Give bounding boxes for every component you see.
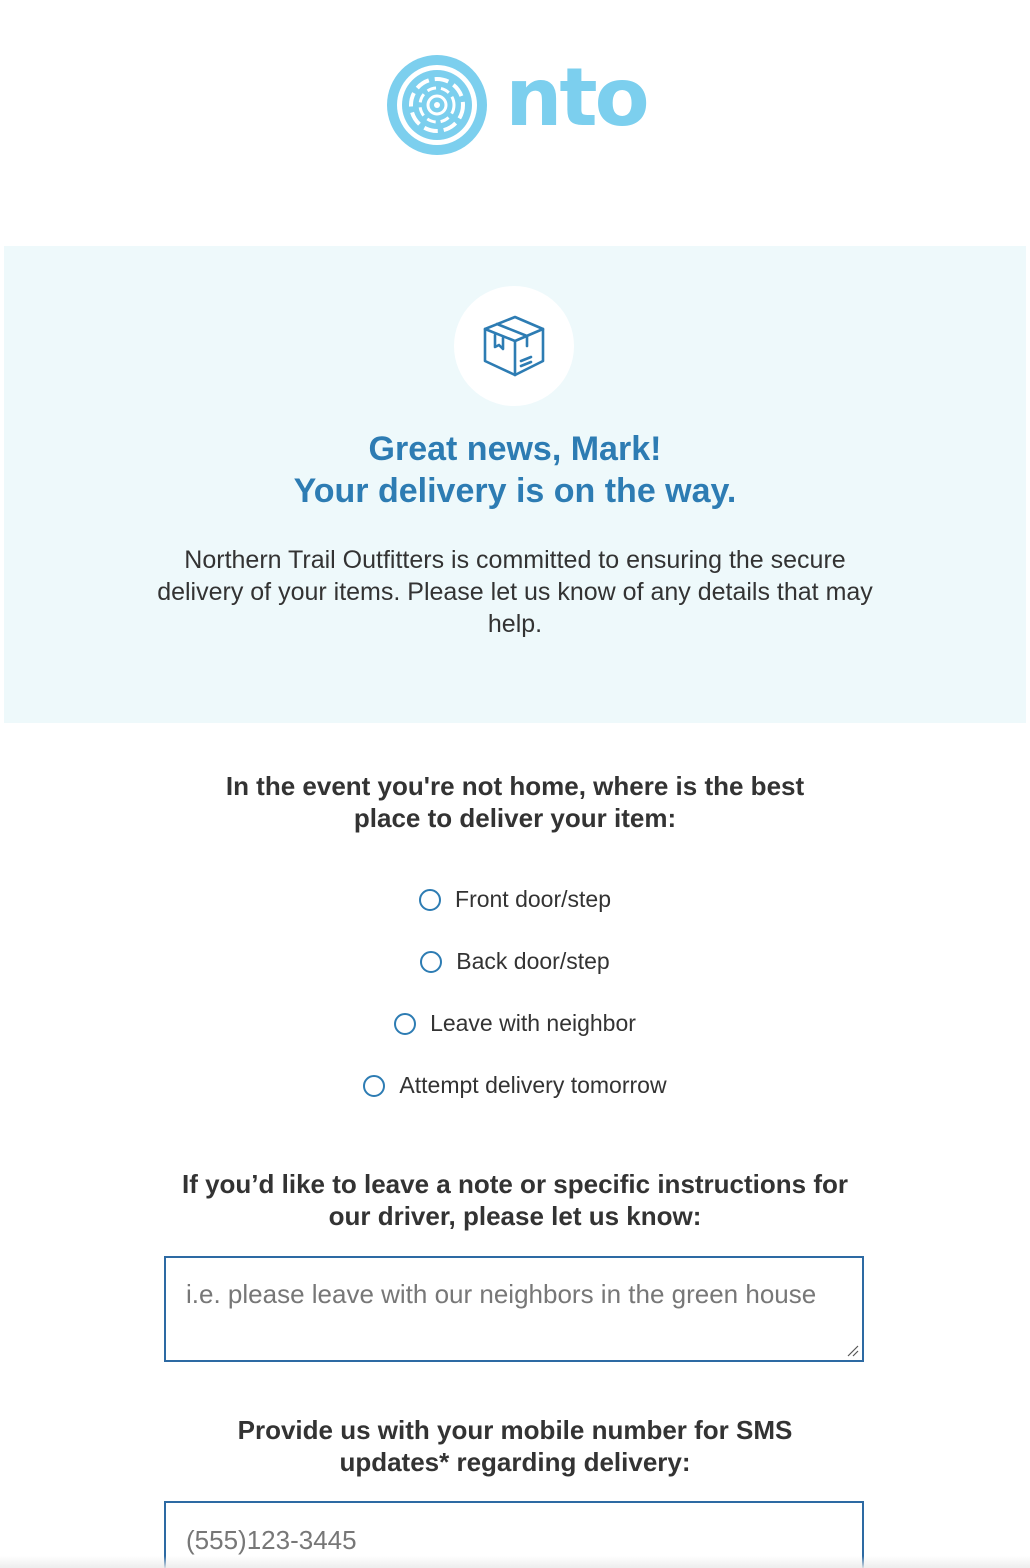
radio-row: Attempt delivery tomorrow [0,1072,1030,1134]
radio-label: Back door/step [456,948,610,974]
radio-circle[interactable] [420,950,443,973]
package-box-icon [483,315,545,377]
radio-label: Attempt delivery tomorrow [399,1072,667,1098]
hero-banner: Great news, Mark! Your delivery is on th… [4,246,1026,723]
brand-logo: nto [383,51,650,159]
radio-row: Leave with neighbor [0,1010,1030,1072]
radio-row: Back door/step [0,948,1030,1010]
driver-note-field-wrapper [164,1256,864,1362]
bottom-edge [0,1556,1030,1568]
radio-label: Front door/step [455,886,611,912]
driver-note-question-text: If you’d like to leave a note or specifi… [181,1169,849,1231]
delivery-location-options: Front door/step Back door/step Leave wit… [0,886,1030,1134]
radio-leave-with-neighbor[interactable]: Leave with neighbor [394,1010,636,1037]
radio-label: Leave with neighbor [430,1010,636,1036]
radio-front-door[interactable]: Front door/step [419,886,611,913]
resize-handle-icon[interactable] [845,1343,859,1357]
hero-title: Great news, Mark! Your delivery is on th… [4,428,1026,512]
radio-circle[interactable] [363,1074,386,1097]
sms-question-text: Provide us with your mobile number for S… [237,1415,793,1477]
radio-circle[interactable] [394,1012,417,1035]
package-icon-badge [454,286,574,406]
mobile-number-input[interactable] [166,1503,862,1563]
hero-title-line2: Your delivery is on the way. [293,472,737,510]
hero-title-line1: Great news, Mark! [368,430,662,468]
brand-name: nto [505,51,649,144]
radio-circle[interactable] [419,888,442,911]
hero-description: Northern Trail Outfitters is committed t… [157,546,873,638]
nto-swirl-logo-icon [387,55,488,155]
delivery-location-question-text: In the event you're not home, where is t… [225,771,805,833]
radio-row: Front door/step [0,886,1030,948]
radio-attempt-tomorrow[interactable]: Attempt delivery tomorrow [363,1072,667,1099]
radio-back-door[interactable]: Back door/step [420,948,610,975]
driver-note-question: If you’d like to leave a note or specifi… [0,1168,1030,1232]
driver-note-textarea[interactable] [166,1258,862,1360]
delivery-preferences-page: nto Great news, Mark! Your delivery is o… [0,0,1030,1568]
header: nto [0,50,1030,160]
delivery-location-question: In the event you're not home, where is t… [0,770,1030,834]
sms-question: Provide us with your mobile number for S… [0,1414,1030,1478]
